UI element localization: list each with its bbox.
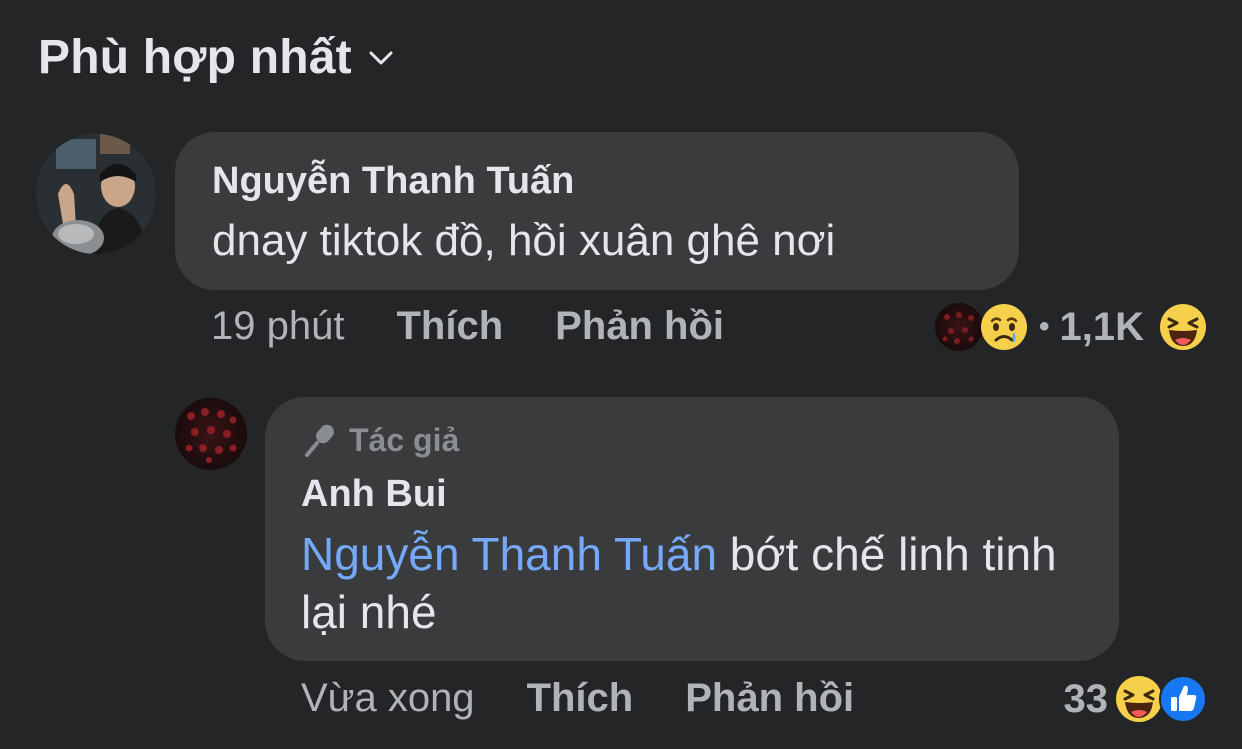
comment-time[interactable]: 19 phút	[211, 304, 344, 349]
comment-author[interactable]: Nguyễn Thanh Tuấn	[212, 160, 574, 203]
reply-button[interactable]: Phản hồi	[685, 676, 854, 721]
chevron-down-icon	[369, 51, 393, 64]
author-badge-label: Tác giả	[349, 421, 460, 458]
author-badge: Tác giả	[301, 421, 459, 459]
haha-reaction-icon	[1160, 304, 1206, 350]
reply-author[interactable]: Anh Bui	[301, 473, 447, 516]
reply-text: Nguyễn Thanh Tuấn bớt chế linh tinh lại …	[301, 525, 1101, 641]
reply-button[interactable]: Phản hồi	[555, 304, 724, 349]
reply-bubble[interactable]: Tác giả Anh Bui Nguyễn Thanh Tuấn bớt ch…	[265, 397, 1119, 661]
sort-dropdown[interactable]: Phù hợp nhất	[38, 30, 394, 85]
avatar[interactable]	[175, 398, 247, 470]
comment-text: dnay tiktok đồ, hồi xuân ghê nơi	[212, 216, 836, 265]
reactor-avatar	[934, 303, 983, 351]
reaction-summary[interactable]: 33	[1064, 674, 1209, 724]
like-button[interactable]: Thích	[527, 676, 634, 721]
comment-bubble[interactable]: Nguyễn Thanh Tuấn dnay tiktok đồ, hồi xu…	[175, 132, 1019, 290]
sort-label: Phù hợp nhất	[38, 31, 352, 84]
reply-time[interactable]: Vừa xong	[301, 676, 475, 721]
comment-actions: 19 phút Thích Phản hồi	[211, 304, 724, 349]
like-reaction-icon	[1159, 675, 1207, 723]
microphone-icon	[305, 424, 334, 457]
profile-photo	[185, 408, 237, 463]
comments-section: Phù hợp nhất Nguyễn Thanh Tuấn dnay tikt…	[0, 0, 1242, 749]
reaction-count: 1,1K	[1059, 304, 1145, 349]
reaction-summary[interactable]: • 1,1K	[934, 302, 1208, 352]
like-button[interactable]: Thích	[396, 304, 503, 349]
haha-reaction-icon	[1116, 676, 1162, 722]
mention-link[interactable]: Nguyễn Thanh Tuấn	[301, 528, 717, 580]
profile-photo	[36, 134, 156, 254]
reply-actions: Vừa xong Thích Phản hồi	[301, 676, 854, 721]
separator-dot: •	[1038, 310, 1050, 343]
sad-reaction-icon	[980, 304, 1027, 350]
avatar[interactable]	[36, 134, 156, 254]
reaction-count: 33	[1063, 676, 1109, 721]
